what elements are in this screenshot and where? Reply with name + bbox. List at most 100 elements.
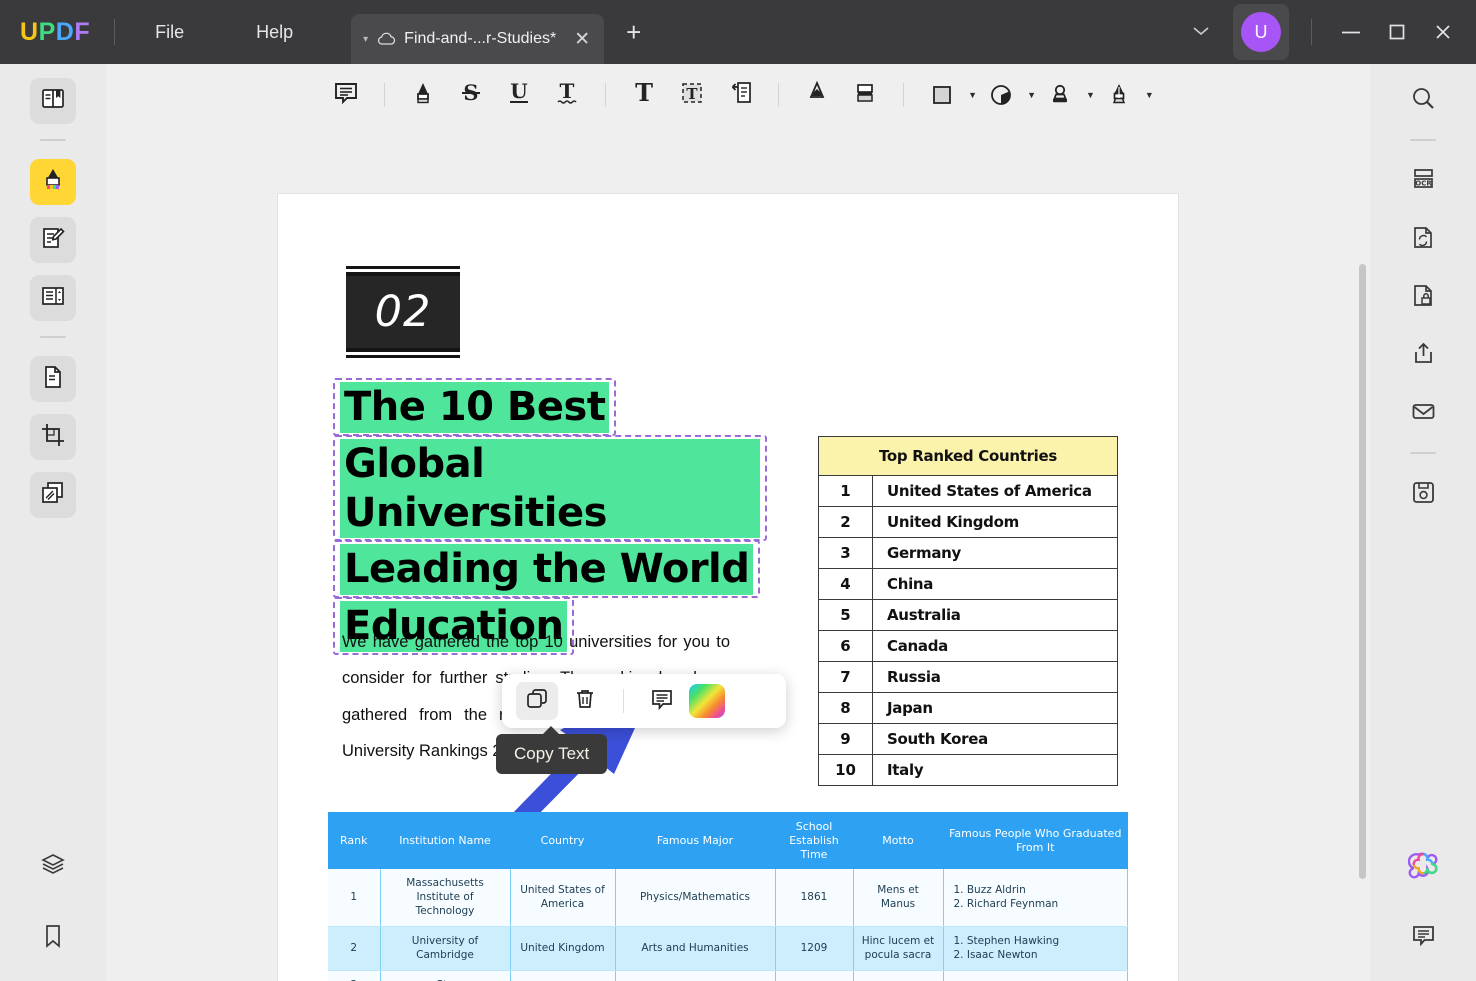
comment-icon	[650, 687, 674, 716]
sidebar-batch[interactable]	[30, 472, 76, 518]
country-name: United States of America	[872, 475, 1118, 507]
tool-pencil[interactable]	[793, 72, 841, 118]
country-name: Germany	[872, 537, 1118, 569]
stamp-icon	[1036, 72, 1084, 118]
tool-highlight[interactable]	[399, 72, 447, 118]
countries-table-header: Top Ranked Countries	[818, 436, 1118, 476]
col-institution: Institution Name	[380, 812, 511, 870]
logo-letter-u: U	[20, 17, 39, 46]
pdf-page[interactable]: 02 The 10 Best Global Universities Leadi…	[278, 194, 1178, 981]
table-header-row: Top Ranked Countries	[818, 436, 1118, 476]
country-rank: 7	[818, 661, 873, 693]
svg-text:T: T	[635, 79, 653, 107]
menu-file[interactable]: File	[139, 16, 200, 49]
u-country: United Kingdom	[510, 926, 616, 972]
col-motto: Motto	[853, 812, 944, 870]
sidebar-page-organize[interactable]	[30, 275, 76, 321]
tool-eraser[interactable]	[841, 72, 889, 118]
sidebar-reader[interactable]	[30, 78, 76, 124]
tab-dropdown-icon[interactable]: ▾	[363, 34, 368, 45]
updf-logo[interactable]: UPDF	[20, 18, 90, 47]
sidebar-convert[interactable]	[30, 356, 76, 402]
sidebar-crop[interactable]	[30, 414, 76, 460]
right-convert[interactable]	[1400, 217, 1446, 263]
ai-assistant[interactable]	[1400, 843, 1446, 889]
document-tab[interactable]: ▾ Find-and-...r-Studies* ✕	[351, 14, 605, 64]
logo-letter-d: D	[55, 17, 75, 46]
title-line[interactable]: Leading the World	[332, 540, 761, 598]
page-list-icon	[40, 283, 66, 314]
comment-list[interactable]	[1400, 915, 1446, 961]
u-institution: Massachusetts Institute of Technology	[380, 869, 511, 928]
tool-note[interactable]	[322, 72, 370, 118]
u-people: 1. Buzz Aldrin 2. Richard Feynman	[943, 869, 1128, 928]
toolbar-divider-1	[384, 83, 386, 107]
avatar-button[interactable]: U	[1233, 4, 1289, 60]
chevron-down-icon[interactable]	[1175, 14, 1227, 51]
vertical-scrollbar[interactable]	[1359, 264, 1366, 879]
tool-squiggly[interactable]: T	[543, 72, 591, 118]
svg-text:T: T	[560, 79, 575, 103]
title-line-text: Leading the World	[340, 544, 754, 596]
tool-callout[interactable]	[716, 72, 764, 118]
country-rank: 6	[818, 630, 873, 662]
left-sidebar	[0, 64, 106, 981]
right-email[interactable]	[1400, 391, 1446, 437]
document-title[interactable]: The 10 Best Global Universities Leading …	[332, 378, 767, 658]
rail-separator-1	[40, 139, 66, 141]
right-search[interactable]	[1400, 78, 1446, 124]
popup-delete[interactable]	[564, 682, 606, 720]
popup-copy-text[interactable]	[516, 682, 558, 720]
tool-text[interactable]: T	[620, 72, 668, 118]
right-share[interactable]	[1400, 333, 1446, 379]
titlebar-right-group: U	[1175, 0, 1476, 64]
popup-color-picker[interactable]	[689, 684, 725, 718]
u-institution: Sta	[380, 970, 511, 981]
title-line[interactable]: Global Universities	[333, 434, 767, 541]
sidebar-bookmarks[interactable]	[30, 915, 76, 961]
u-people: 1. Stephen Hawking 2. Isaac Newton	[943, 926, 1128, 972]
sidebar-layers[interactable]	[30, 843, 76, 889]
table-row: 6 Canada	[818, 630, 1118, 662]
u-rank: 1	[328, 869, 381, 928]
right-ocr[interactable]: OCR	[1400, 159, 1446, 205]
title-line[interactable]: The 10 Best	[332, 378, 617, 436]
chevron-down-icon[interactable]: ▼	[968, 90, 977, 100]
share-upload-icon	[1410, 340, 1437, 372]
new-tab-button[interactable]: +	[626, 17, 641, 48]
toolbar-divider-3	[778, 83, 780, 107]
table-row: 7 Russia	[818, 661, 1118, 693]
tool-signature[interactable]: ▼	[1095, 72, 1154, 118]
sidebar-annotate[interactable]	[30, 159, 76, 205]
u-people	[943, 970, 1128, 981]
text-box-icon: T	[678, 79, 706, 112]
tool-underline[interactable]: U	[495, 72, 543, 118]
close-button[interactable]	[1420, 0, 1466, 64]
menu-help[interactable]: Help	[240, 16, 309, 49]
sidebar-edit-pdf[interactable]	[30, 217, 76, 263]
square-shape-icon	[918, 72, 966, 118]
document-viewport[interactable]: 02 The 10 Best Global Universities Leadi…	[106, 126, 1370, 981]
tool-stickers[interactable]: ▼	[977, 72, 1036, 118]
right-protect[interactable]	[1400, 275, 1446, 321]
right-rail-separator-1	[1410, 139, 1436, 141]
minimize-button[interactable]	[1328, 0, 1374, 64]
tool-shapes[interactable]: ▼	[918, 72, 977, 118]
tool-stamp[interactable]: ▼	[1036, 72, 1095, 118]
chevron-down-icon[interactable]: ▼	[1027, 90, 1036, 100]
country-name: China	[872, 568, 1118, 600]
maximize-button[interactable]	[1374, 0, 1420, 64]
tool-strikethrough[interactable]: S	[447, 72, 495, 118]
convert-refresh-icon	[1410, 224, 1437, 256]
tab-close-icon[interactable]: ✕	[570, 28, 594, 51]
country-name: Canada	[872, 630, 1118, 662]
tool-text-box[interactable]: T	[668, 72, 716, 118]
right-save-as[interactable]	[1400, 472, 1446, 518]
chevron-down-icon[interactable]: ▼	[1086, 90, 1095, 100]
country-name: Australia	[872, 599, 1118, 631]
chevron-down-icon[interactable]: ▼	[1145, 90, 1154, 100]
popup-add-comment[interactable]	[641, 682, 683, 720]
tab-title: Find-and-...r-Studies*	[404, 30, 557, 47]
edit-document-icon	[40, 225, 66, 256]
layers-icon	[40, 851, 66, 882]
